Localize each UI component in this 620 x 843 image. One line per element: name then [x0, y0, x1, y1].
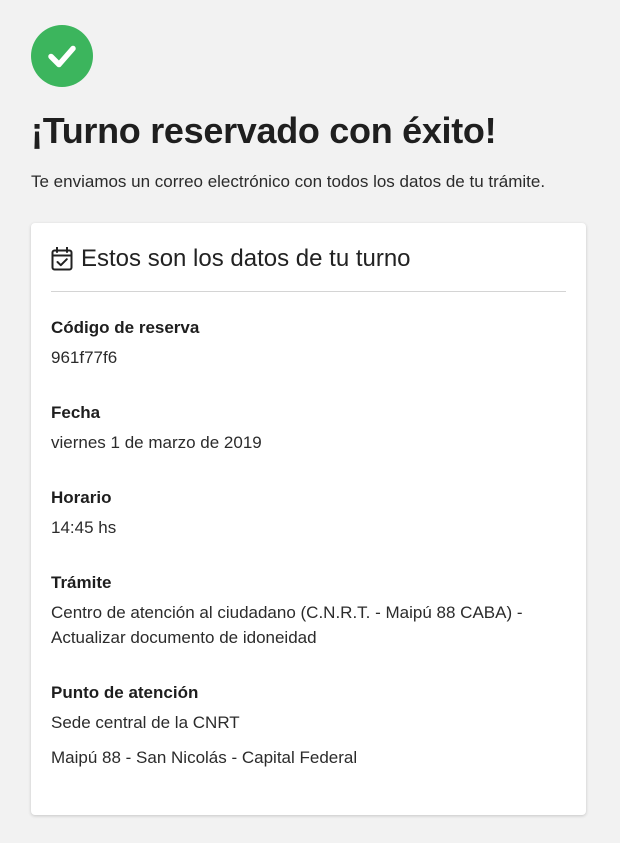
card-header: Estos son los datos de tu turno — [51, 245, 411, 273]
field-label: Punto de atención — [51, 683, 199, 702]
field-value: 14:45 hs — [51, 518, 117, 537]
procedure-line-2: Actualizar documento de idoneidad — [51, 628, 317, 647]
check-circle-icon — [31, 25, 93, 87]
field-value: viernes 1 de marzo de 2019 — [51, 433, 262, 452]
page-subtitle: Te enviamos un correo electrónico con to… — [31, 172, 546, 191]
field-label: Fecha — [51, 403, 101, 422]
calendar-check-icon — [51, 247, 73, 271]
field-value: 961f77f6 — [51, 348, 118, 367]
field-label: Horario — [51, 488, 112, 507]
page-title: ¡Turno reservado con éxito! — [31, 110, 497, 151]
procedure-line-1: Centro de atención al ciudadano (C.N.R.T… — [51, 603, 523, 622]
field-value: Centro de atención al ciudadano (C.N.R.T… — [51, 600, 566, 650]
service-point-address: Maipú 88 - San Nicolás - Capital Federal — [51, 748, 358, 767]
field-label: Trámite — [51, 573, 112, 592]
field-booking-code: Código de reserva 961f77f6 — [51, 317, 566, 370]
service-point-name: Sede central de la CNRT — [51, 713, 240, 732]
checkmark-icon — [48, 45, 76, 68]
field-service-point: Punto de atención Sede central de la CNR… — [51, 682, 566, 770]
card-divider — [51, 291, 566, 292]
card-title: Estos son los datos de tu turno — [81, 245, 411, 272]
field-procedure: Trámite Centro de atención al ciudadano … — [51, 572, 566, 650]
field-label: Código de reserva — [51, 318, 200, 337]
appointment-details-card: Estos son los datos de tu turno Código d… — [31, 223, 586, 815]
field-time: Horario 14:45 hs — [51, 487, 566, 540]
field-date: Fecha viernes 1 de marzo de 2019 — [51, 402, 566, 455]
